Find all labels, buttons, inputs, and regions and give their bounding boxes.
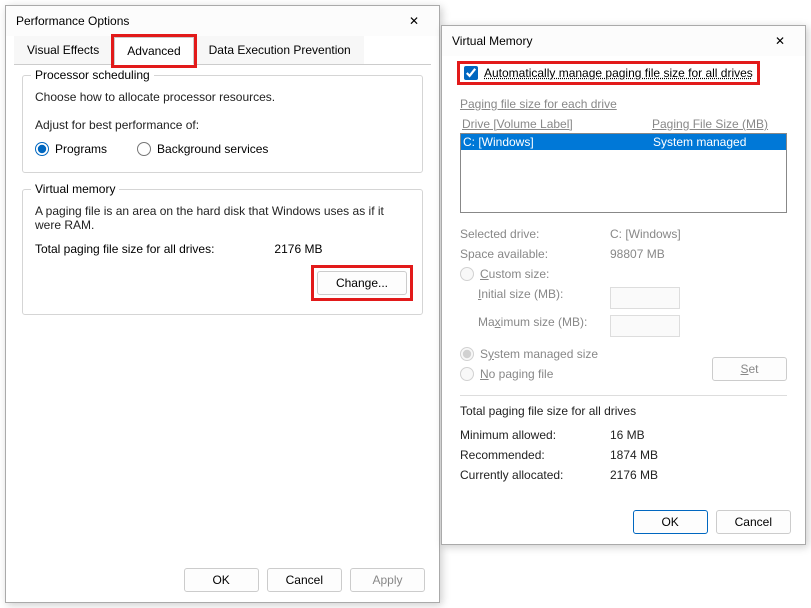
row-drive: C: [Windows]: [463, 135, 653, 149]
ok-button[interactable]: OK: [184, 568, 259, 592]
radio-programs[interactable]: Programs: [35, 142, 107, 156]
selected-drive-value: C: [Windows]: [610, 227, 681, 241]
radio-background[interactable]: Background services: [137, 142, 268, 156]
hdr-drive: Drive [Volume Label]: [462, 117, 652, 131]
close-icon[interactable]: ✕: [765, 34, 795, 48]
min-allowed-label: Minimum allowed:: [460, 428, 610, 442]
cancel-button[interactable]: Cancel: [716, 510, 791, 534]
radio-background-input[interactable]: [137, 142, 151, 156]
list-header: Drive [Volume Label] Paging File Size (M…: [460, 117, 787, 131]
radio-nopage-input: [460, 367, 474, 381]
maximum-size-input: [610, 315, 680, 337]
recommended-value: 1874 MB: [610, 448, 658, 462]
radio-no-paging: No paging file: [460, 367, 598, 381]
titlebar: Performance Options ✕: [6, 6, 439, 36]
radio-custom-size: Custom size:: [460, 267, 787, 281]
proc-adjust: Adjust for best performance of:: [35, 118, 410, 132]
radio-sys-label: System managed size: [480, 347, 598, 361]
titlebar: Virtual Memory ✕: [442, 26, 805, 56]
auto-manage-highlight: Automatically manage paging file size fo…: [460, 64, 757, 82]
space-available-label: Space available:: [460, 247, 610, 261]
auto-manage-input[interactable]: [464, 66, 478, 80]
recommended-label: Recommended:: [460, 448, 610, 462]
tab-advanced[interactable]: Advanced: [114, 37, 193, 65]
dialog-footer: OK Cancel: [633, 510, 791, 534]
proc-desc: Choose how to allocate processor resourc…: [35, 90, 410, 104]
vm-total-value: 2176 MB: [274, 242, 322, 256]
space-available-value: 98807 MB: [610, 247, 665, 261]
radio-programs-label: Programs: [55, 142, 107, 156]
hdr-size: Paging File Size (MB): [652, 117, 768, 131]
initial-size-label: Initial size (MB):: [460, 287, 610, 309]
initial-size-input: [610, 287, 680, 309]
vm-desc: A paging file is an area on the hard dis…: [35, 204, 410, 232]
virtual-memory-group: Virtual memory A paging file is an area …: [22, 189, 423, 315]
dialog-footer: OK Cancel Apply: [184, 568, 425, 592]
radio-background-label: Background services: [157, 142, 268, 156]
processor-scheduling-group: Processor scheduling Choose how to alloc…: [22, 75, 423, 173]
radio-sys-input: [460, 347, 474, 361]
radio-custom-label: Custom size:: [480, 267, 549, 281]
auto-manage-checkbox[interactable]: Automatically manage paging file size fo…: [464, 66, 753, 80]
dialog-title: Performance Options: [16, 14, 129, 28]
close-icon[interactable]: ✕: [399, 14, 429, 28]
apply-button[interactable]: Apply: [350, 568, 425, 592]
cancel-button[interactable]: Cancel: [267, 568, 342, 592]
change-button[interactable]: Change...: [317, 271, 407, 295]
virtual-memory-dialog: Virtual Memory ✕ Automatically manage pa…: [441, 25, 806, 545]
totals-title: Total paging file size for all drives: [460, 404, 787, 418]
performance-options-dialog: Performance Options ✕ Visual Effects Adv…: [5, 5, 440, 603]
tab-dep[interactable]: Data Execution Prevention: [196, 36, 364, 64]
set-button: Set: [712, 357, 787, 381]
selected-drive-label: Selected drive:: [460, 227, 610, 241]
drive-listbox[interactable]: C: [Windows] System managed: [460, 133, 787, 213]
group-title: Processor scheduling: [31, 68, 154, 82]
tab-visual-effects[interactable]: Visual Effects: [14, 36, 112, 64]
row-size: System managed: [653, 135, 746, 149]
radio-nopage-label: No paging file: [480, 367, 553, 381]
dialog-title: Virtual Memory: [452, 34, 532, 48]
auto-manage-label: Automatically manage paging file size fo…: [484, 66, 753, 80]
radio-programs-input[interactable]: [35, 142, 49, 156]
tabs: Visual Effects Advanced Data Execution P…: [14, 36, 431, 65]
radio-custom-input: [460, 267, 474, 281]
currently-allocated-value: 2176 MB: [610, 468, 658, 482]
currently-allocated-label: Currently allocated:: [460, 468, 610, 482]
min-allowed-value: 16 MB: [610, 428, 645, 442]
vm-total-label: Total paging file size for all drives:: [35, 242, 214, 256]
list-row-selected[interactable]: C: [Windows] System managed: [461, 134, 786, 150]
radio-system-managed: System managed size: [460, 347, 598, 361]
section-paging-each: Paging file size for each drive: [460, 97, 787, 111]
maximum-size-label: Maximum size (MB):: [460, 315, 610, 337]
ok-button[interactable]: OK: [633, 510, 708, 534]
group-title: Virtual memory: [31, 182, 119, 196]
